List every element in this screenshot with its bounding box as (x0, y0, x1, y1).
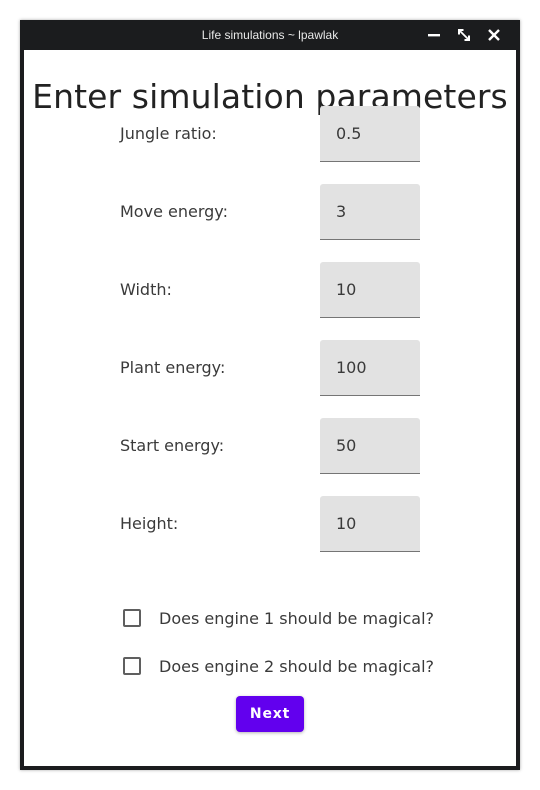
width-label: Width: (120, 280, 172, 299)
field-move-energy: Move energy: (120, 184, 420, 240)
window-title: Life simulations ~ lpawlak (201, 28, 339, 42)
move-energy-label: Move energy: (120, 202, 228, 221)
field-height: Height: (120, 496, 420, 552)
close-icon (488, 29, 500, 41)
engine-1-magical-option[interactable]: Does engine 1 should be magical? (120, 606, 434, 630)
field-jungle-ratio: Jungle ratio: (120, 106, 420, 162)
maximize-button[interactable] (454, 25, 474, 45)
field-plant-energy: Plant energy: (120, 340, 420, 396)
close-button[interactable] (484, 25, 504, 45)
engine-2-magical-option[interactable]: Does engine 2 should be magical? (120, 654, 434, 678)
next-button[interactable]: Next (236, 696, 304, 732)
engine-1-magical-checkbox[interactable] (123, 609, 141, 627)
start-energy-label: Start energy: (120, 436, 225, 455)
height-input[interactable] (320, 496, 420, 552)
field-width: Width: (120, 262, 420, 318)
form-panel: Enter simulation parameters Jungle ratio… (24, 50, 516, 766)
app-window: Life simulations ~ lpawlak Enter simulat… (20, 20, 520, 770)
plant-energy-input[interactable] (320, 340, 420, 396)
jungle-ratio-input[interactable] (320, 106, 420, 162)
engine-2-magical-label: Does engine 2 should be magical? (159, 656, 435, 676)
title-bar[interactable]: Life simulations ~ lpawlak (20, 20, 520, 50)
jungle-ratio-label: Jungle ratio: (120, 124, 217, 143)
plant-energy-label: Plant energy: (120, 358, 226, 377)
engine-1-magical-label: Does engine 1 should be magical? (159, 608, 435, 628)
start-energy-input[interactable] (320, 418, 420, 474)
minimize-button[interactable] (424, 25, 444, 45)
maximize-icon (458, 29, 470, 41)
move-energy-input[interactable] (320, 184, 420, 240)
engine-2-magical-checkbox[interactable] (123, 657, 141, 675)
width-input[interactable] (320, 262, 420, 318)
field-start-energy: Start energy: (120, 418, 420, 474)
height-label: Height: (120, 514, 179, 533)
minimize-icon (428, 34, 440, 37)
